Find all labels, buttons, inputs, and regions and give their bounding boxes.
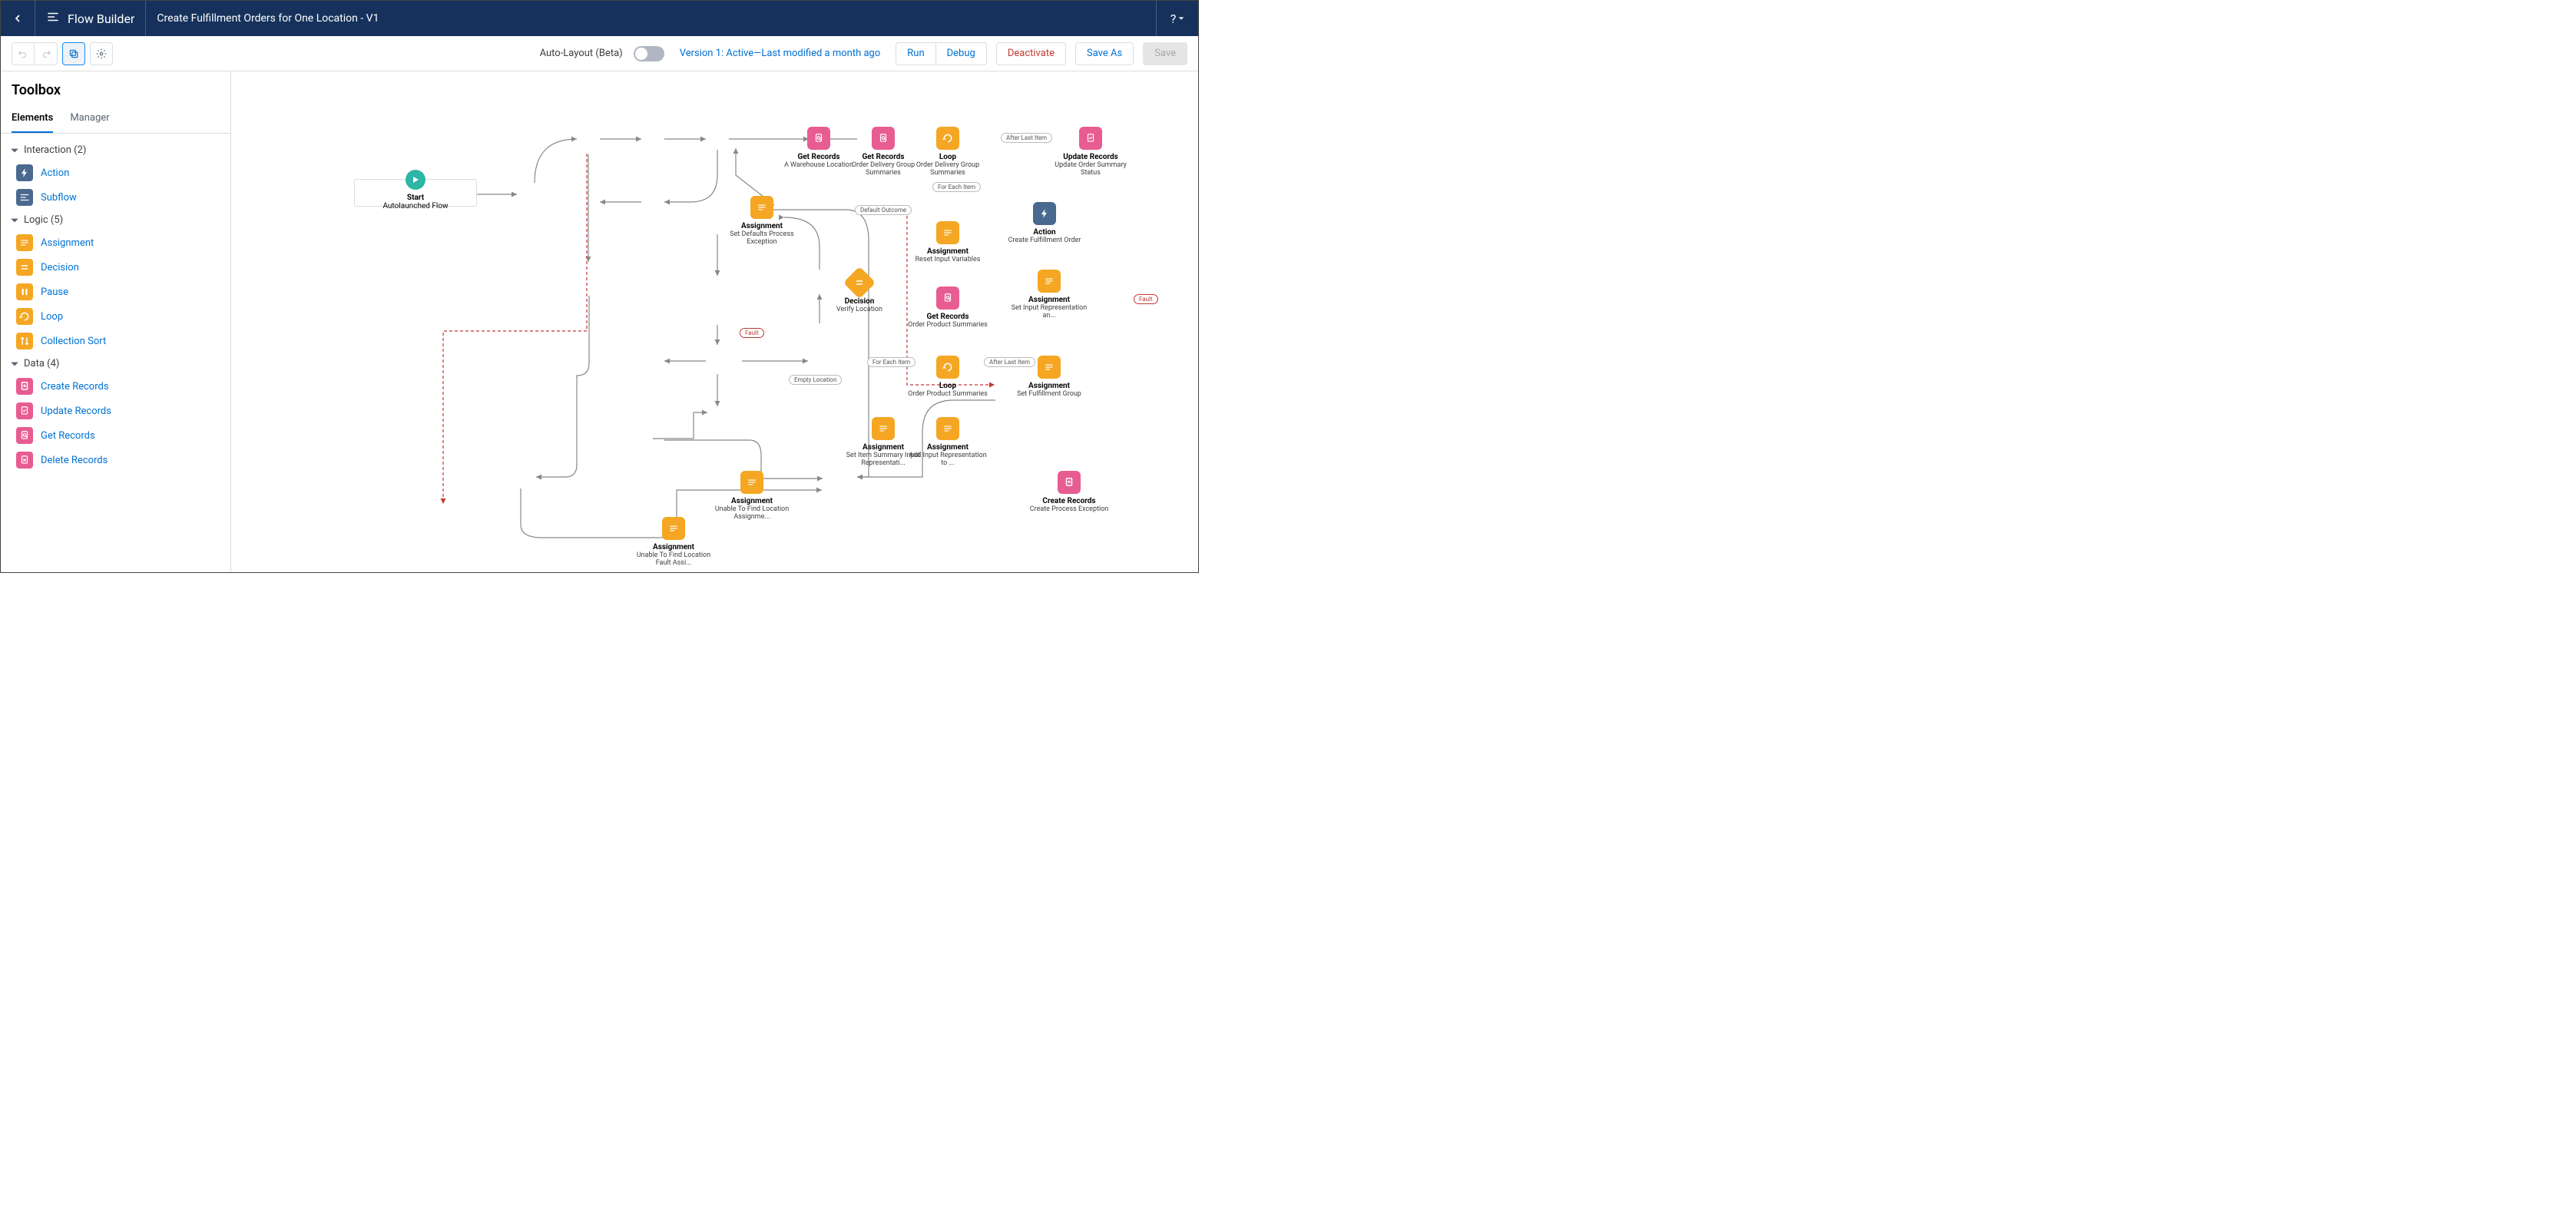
toolbox-decision[interactable]: Decision xyxy=(8,255,223,280)
play-icon xyxy=(406,170,425,190)
toolbox-loop[interactable]: Loop xyxy=(8,304,223,329)
edge-label: Fault xyxy=(1134,294,1158,304)
create-icon xyxy=(16,378,33,395)
group-logic[interactable]: Logic (5) xyxy=(8,210,223,230)
node-n5[interactable]: Update RecordsUpdate Order Summary Statu… xyxy=(1048,127,1133,177)
back-button[interactable] xyxy=(1,1,35,36)
tab-manager[interactable]: Manager xyxy=(70,104,109,133)
edge-label: For Each Item xyxy=(932,182,981,192)
group-interaction[interactable]: Interaction (2) xyxy=(8,140,223,161)
assignment-icon xyxy=(740,471,763,494)
toolbox-create[interactable]: Create Records xyxy=(8,374,223,399)
sidebar: Toolbox Elements Manager Interaction (2)… xyxy=(1,71,231,572)
toolbox-tree: Interaction (2) ActionSubflow Logic (5) … xyxy=(1,134,230,479)
action-icon xyxy=(1033,202,1056,225)
redo-button[interactable] xyxy=(35,42,58,65)
subflow-icon xyxy=(16,189,33,206)
get-icon xyxy=(16,427,33,444)
auto-layout-toggle[interactable] xyxy=(634,46,664,61)
toolbox-subflow[interactable]: Subflow xyxy=(8,185,223,210)
get-icon xyxy=(807,127,830,150)
toolbox-pause[interactable]: Pause xyxy=(8,280,223,304)
toolbar: Auto-Layout (Beta) Version 1: Active—Las… xyxy=(1,36,1198,71)
assignment-icon xyxy=(872,417,895,440)
settings-button[interactable] xyxy=(90,42,113,65)
help-button[interactable]: ? xyxy=(1156,1,1198,36)
create-icon xyxy=(1058,471,1081,494)
node-n6[interactable]: DecisionVerify Location xyxy=(817,271,902,313)
get-icon xyxy=(936,286,959,310)
sidebar-title: Toolbox xyxy=(1,71,230,104)
node-n18[interactable]: AssignmentAction Fault Assignment xyxy=(1195,383,1198,426)
update-icon xyxy=(16,402,33,419)
edge-label: After Last Item xyxy=(984,357,1035,367)
assignment-icon xyxy=(1038,356,1061,379)
loop-icon xyxy=(936,356,959,379)
edge-label: Empty Location xyxy=(789,375,842,385)
brand: Flow Builder xyxy=(35,1,146,36)
toolbox-get[interactable]: Get Records xyxy=(8,423,223,448)
debug-button[interactable]: Debug xyxy=(936,42,987,65)
sidebar-tabs: Elements Manager xyxy=(1,104,230,134)
action-icon xyxy=(16,164,33,181)
node-n4[interactable]: LoopOrder Delivery Group Summaries xyxy=(906,127,990,177)
save-button[interactable]: Save xyxy=(1143,42,1187,65)
deactivate-button[interactable]: Deactivate xyxy=(996,42,1066,65)
loop-icon xyxy=(936,127,959,150)
header: Flow Builder Create Fulfillment Orders f… xyxy=(1,1,1198,36)
tab-elements[interactable]: Elements xyxy=(12,104,53,133)
assignment-icon xyxy=(1038,270,1061,293)
toolbox-action[interactable]: Action xyxy=(8,161,223,185)
edge-label: After Last Item xyxy=(1001,133,1052,143)
get-icon xyxy=(872,127,895,150)
node-n17[interactable]: AssignmentUnable To Find Location Fault … xyxy=(631,517,716,567)
node-n14[interactable]: AssignmentAdd Input Representation to ..… xyxy=(906,417,990,467)
copy-button[interactable] xyxy=(62,42,85,65)
page-title: Create Fulfillment Orders for One Locati… xyxy=(146,12,389,25)
auto-layout-label: Auto-Layout (Beta) xyxy=(540,48,623,59)
node-n7[interactable]: AssignmentReset Input Variables xyxy=(906,221,990,263)
toolbox-sort[interactable]: Collection Sort xyxy=(8,329,223,353)
group-data[interactable]: Data (4) xyxy=(8,353,223,374)
node-n9[interactable]: Get RecordsOrder Product Summaries xyxy=(906,286,990,329)
run-button[interactable]: Run xyxy=(896,42,935,65)
node-n11[interactable]: LoopOrder Product Summaries xyxy=(906,356,990,398)
node-n15[interactable]: AssignmentUnable To Find Location Assign… xyxy=(710,471,794,521)
toolbox-delete[interactable]: Delete Records xyxy=(8,448,223,472)
delete-icon xyxy=(16,452,33,469)
start-node[interactable]: Start Autolaunched Flow xyxy=(354,179,477,207)
assignment-icon xyxy=(662,517,685,540)
edge-label: Fault xyxy=(740,328,764,338)
version-info[interactable]: Version 1: Active—Last modified a month … xyxy=(680,48,881,59)
save-as-button[interactable]: Save As xyxy=(1075,42,1134,65)
decision-icon xyxy=(16,259,33,276)
node-n10[interactable]: AssignmentSet Input Representation an... xyxy=(1007,270,1091,320)
node-n16[interactable]: Create RecordsCreate Process Exception xyxy=(1027,471,1111,513)
toolbox-assignment[interactable]: Assignment xyxy=(8,230,223,255)
flow-builder-icon xyxy=(46,10,60,27)
decision-icon xyxy=(843,267,876,299)
assignment-icon xyxy=(16,234,33,251)
node-n8[interactable]: ActionCreate Fulfillment Order xyxy=(1002,202,1087,244)
assignment-icon xyxy=(936,417,959,440)
sort-icon xyxy=(16,333,33,349)
canvas[interactable]: Start Autolaunched Flow AssignmentSet De… xyxy=(231,71,1198,572)
undo-button[interactable] xyxy=(12,42,35,65)
update-icon xyxy=(1079,127,1102,150)
node-n1[interactable]: AssignmentSet Defaults Process Exception xyxy=(720,196,804,246)
assignment-icon xyxy=(750,196,773,219)
brand-label: Flow Builder xyxy=(68,12,134,26)
edge-label: For Each Item xyxy=(867,357,916,367)
pause-icon xyxy=(16,283,33,300)
assignment-icon xyxy=(936,221,959,244)
toolbox-update[interactable]: Update Records xyxy=(8,399,223,423)
edge-label: Default Outcome xyxy=(855,205,912,215)
loop-icon xyxy=(16,308,33,325)
